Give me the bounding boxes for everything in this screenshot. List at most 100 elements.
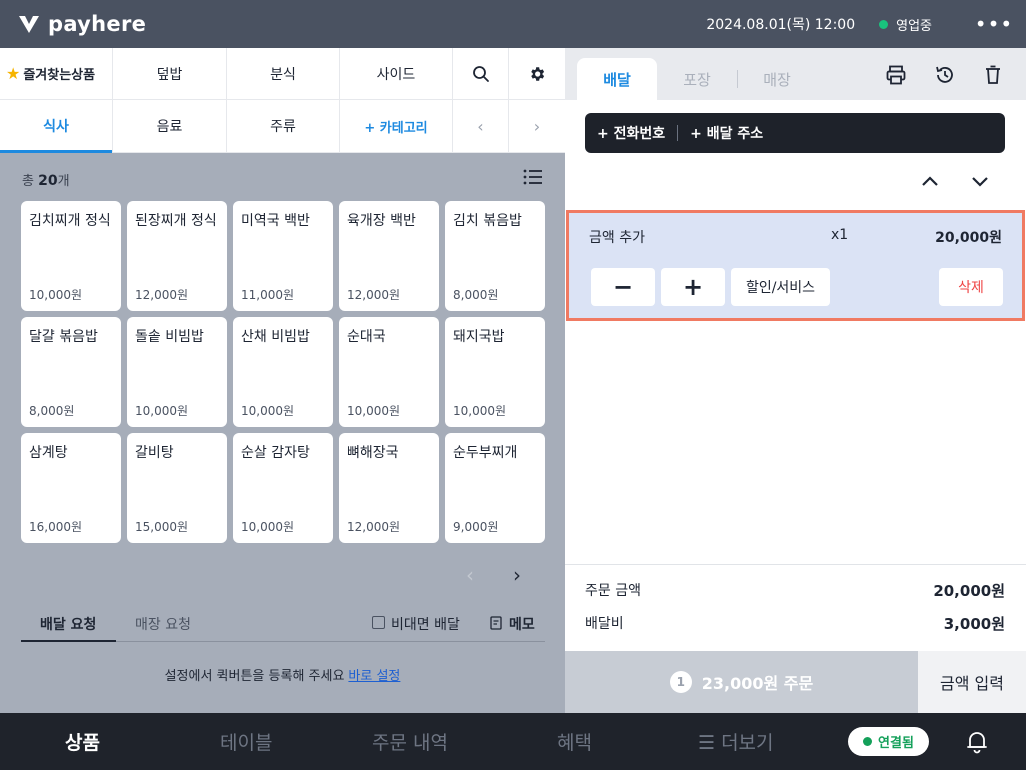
tab-delivery[interactable]: 배달	[577, 58, 657, 100]
customer-info-bar: + 전화번호 + 배달 주소	[585, 113, 1005, 153]
contactless-label[interactable]: 비대면 배달	[391, 614, 460, 634]
product-name: 산채 비빔밥	[241, 329, 310, 345]
contactless-checkbox[interactable]	[372, 616, 385, 629]
product-card[interactable]: 달걀 볶음밥 8,000원	[21, 317, 121, 427]
product-name: 김치찌개 정식	[29, 213, 111, 229]
order-item-price: 20,000원	[935, 230, 1002, 246]
nav-benefits[interactable]: 혜택	[557, 728, 592, 755]
history-icon[interactable]	[934, 64, 956, 86]
category-row-2: 식사 음료 주류 + 카테고리 ‹ ›	[0, 100, 565, 153]
product-price: 8,000원	[29, 404, 75, 418]
product-name: 돼지국밥	[453, 329, 505, 345]
product-name: 순대국	[347, 329, 386, 345]
product-card[interactable]: 김치찌개 정식 10,000원	[21, 201, 121, 311]
category-side[interactable]: 사이드	[340, 48, 453, 99]
order-panel: 배달 포장 매장 + 전화번호 + 배달 주소 금액 추가 x1 20,000원…	[565, 48, 1026, 713]
total-suffix: 개	[57, 174, 70, 189]
product-card[interactable]: 순살 감자탕 10,000원	[233, 433, 333, 543]
more-menu-button[interactable]: •••	[970, 4, 1018, 44]
nav-more[interactable]: ☰ 더보기	[698, 728, 774, 755]
product-price: 16,000원	[29, 520, 83, 534]
nav-tables[interactable]: 테이블	[220, 728, 272, 755]
status-dot-icon	[879, 19, 889, 29]
search-button[interactable]	[453, 48, 509, 99]
order-summary: 주문 금액 20,000원 배달비 3,000원	[565, 564, 1026, 651]
tab-takeout[interactable]: 포장	[657, 58, 737, 100]
order-type-header: 배달 포장 매장	[565, 48, 1026, 100]
product-card[interactable]: 산채 비빔밥 10,000원	[233, 317, 333, 427]
page-next-icon[interactable]: ›	[513, 563, 521, 587]
product-price: 10,000원	[241, 404, 295, 418]
order-item-name: 금액 추가	[589, 230, 645, 246]
product-price: 10,000원	[347, 404, 401, 418]
list-view-icon[interactable]	[522, 168, 544, 186]
product-panel: ★ 즐겨찾는상품 덮밥 분식 사이드 식사 음료 주류 + 카테고리 ‹ › 총…	[0, 48, 565, 713]
product-card[interactable]: 육개장 백반 12,000원	[339, 201, 439, 311]
category-next-button[interactable]: ›	[509, 100, 565, 152]
tab-delivery-request[interactable]: 배달 요청	[40, 614, 96, 634]
category-meal[interactable]: 식사	[0, 100, 113, 153]
product-card[interactable]: 순대국 10,000원	[339, 317, 439, 427]
category-favorites[interactable]: ★ 즐겨찾는상품	[0, 48, 113, 99]
category-alcohol[interactable]: 주류	[227, 100, 340, 152]
delivery-fee-value: 3,000원	[943, 615, 1005, 633]
discount-service-button[interactable]: 할인/서비스	[731, 268, 830, 306]
chevron-up-icon[interactable]	[917, 170, 943, 192]
order-amount-value: 20,000원	[933, 582, 1005, 600]
tab-dine-in[interactable]: 매장	[737, 58, 817, 100]
increase-qty-button[interactable]: +	[661, 268, 725, 306]
quick-note-text: 설정에서 퀵버튼을 등록해 주세요	[164, 669, 345, 684]
add-address-button[interactable]: + 배달 주소	[690, 123, 763, 143]
trash-icon[interactable]	[982, 64, 1004, 86]
payhere-logo-icon	[19, 16, 39, 33]
order-amount-label: 주문 금액	[585, 583, 641, 599]
product-name: 삼계탕	[29, 445, 68, 461]
product-name: 육개장 백반	[347, 213, 416, 229]
product-card[interactable]: 돌솥 비빔밥 10,000원	[127, 317, 227, 427]
product-card[interactable]: 뼈해장국 12,000원	[339, 433, 439, 543]
business-status: 영업중	[896, 18, 932, 34]
add-category-button[interactable]: + 카테고리	[340, 100, 453, 152]
decrease-qty-button[interactable]: −	[591, 268, 655, 306]
product-card[interactable]: 돼지국밥 10,000원	[445, 317, 545, 427]
product-card[interactable]: 김치 볶음밥 8,000원	[445, 201, 545, 311]
place-order-label: 23,000원 주문	[701, 674, 814, 693]
page-prev-icon[interactable]: ‹	[466, 563, 474, 587]
product-price: 8,000원	[453, 288, 499, 302]
tab-store-request[interactable]: 매장 요청	[135, 614, 191, 634]
product-card[interactable]: 갈비탕 15,000원	[127, 433, 227, 543]
connection-status-text: 연결됨	[878, 736, 914, 751]
bell-icon[interactable]	[964, 729, 990, 755]
datetime: 2024.08.01(목) 12:00	[706, 17, 856, 33]
product-name: 된장찌개 정식	[135, 213, 217, 229]
product-name: 순살 감자탕	[241, 445, 310, 461]
category-rice-bowl[interactable]: 덮밥	[113, 48, 227, 99]
place-order-button[interactable]: 1 23,000원 주문	[565, 651, 918, 713]
product-total: 총 20개	[22, 170, 70, 189]
product-name: 달걀 볶음밥	[29, 329, 98, 345]
product-card[interactable]: 미역국 백반 11,000원	[233, 201, 333, 311]
top-bar: payhere 2024.08.01(목) 12:00 영업중 •••	[0, 0, 1026, 48]
chevron-down-icon[interactable]	[967, 170, 993, 192]
nav-products[interactable]: 상품	[65, 728, 100, 755]
customer-separator	[677, 125, 679, 141]
delete-item-button[interactable]: 삭제	[939, 268, 1003, 306]
printer-icon[interactable]	[885, 64, 907, 86]
product-card[interactable]: 순두부찌개 9,000원	[445, 433, 545, 543]
star-icon: ★	[6, 64, 21, 83]
category-prev-button[interactable]: ‹	[453, 100, 509, 152]
quick-setup-link[interactable]: 바로 설정	[348, 669, 400, 684]
category-snack[interactable]: 분식	[227, 48, 340, 99]
settings-button[interactable]	[509, 48, 565, 99]
add-phone-button[interactable]: + 전화번호	[597, 123, 665, 143]
product-card[interactable]: 삼계탕 16,000원	[21, 433, 121, 543]
amount-input-button[interactable]: 금액 입력	[918, 651, 1026, 713]
category-row-1: ★ 즐겨찾는상품 덮밥 분식 사이드	[0, 48, 565, 100]
category-beverage[interactable]: 음료	[113, 100, 227, 152]
order-item[interactable]: 금액 추가 x1 20,000원 − + 할인/서비스 삭제	[569, 213, 1022, 318]
product-card[interactable]: 된장찌개 정식 12,000원	[127, 201, 227, 311]
nav-order-history[interactable]: 주문 내역	[372, 728, 448, 755]
product-price: 15,000원	[135, 520, 189, 534]
memo-button[interactable]: 메모	[509, 614, 535, 634]
product-price: 10,000원	[453, 404, 507, 418]
